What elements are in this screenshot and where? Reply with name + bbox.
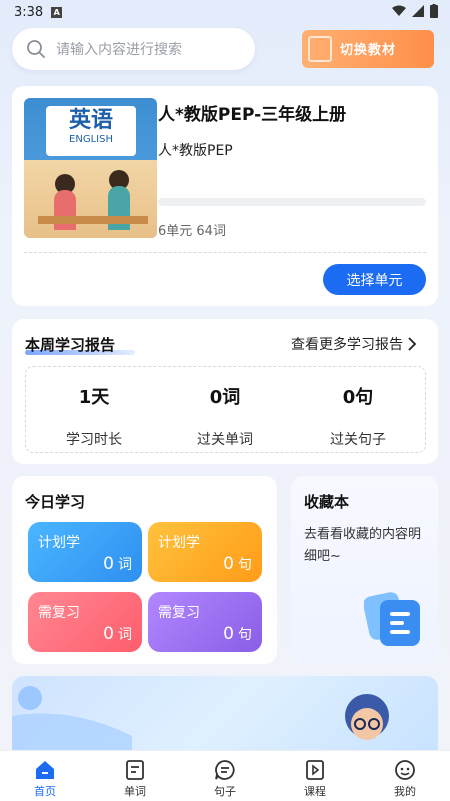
book-cover[interactable]: 英语 ENGLISH xyxy=(24,98,157,238)
tile-label: 计划学 xyxy=(158,535,200,551)
tab-label: 单词 xyxy=(124,785,146,798)
tab-label: 我的 xyxy=(394,785,416,798)
stat-sentences-passed: 0句 过关句子 xyxy=(298,383,418,449)
stat-study-time: 1天 学习时长 xyxy=(34,383,154,449)
stat-value: 1天 xyxy=(78,387,110,408)
tile-value: 0词 xyxy=(103,554,132,574)
favorites-description: 去看看收藏的内容明细吧~ xyxy=(304,527,422,564)
more-reports-link[interactable]: 查看更多学习报告 xyxy=(291,334,417,354)
tile-value: 0句 xyxy=(223,624,252,644)
select-unit-button[interactable]: 选择单元 xyxy=(323,264,426,295)
tile-unit: 句 xyxy=(238,557,252,573)
tab-label: 句子 xyxy=(214,785,236,798)
cover-scene xyxy=(24,160,157,238)
tile-number: 0 xyxy=(103,554,114,574)
tile-label: 需复习 xyxy=(38,605,80,621)
tile-number: 0 xyxy=(103,624,114,644)
search-placeholder: 请输入内容进行搜索 xyxy=(56,42,182,58)
book-progress-bar xyxy=(158,198,426,206)
tile-unit: 词 xyxy=(118,557,132,573)
tile-plan-sentences[interactable]: 计划学 0句 xyxy=(148,522,262,582)
banner-illustration xyxy=(12,686,389,756)
cover-desk xyxy=(38,216,148,224)
tab-sentences[interactable]: 句子 xyxy=(180,751,270,801)
textbook-icon xyxy=(308,36,332,62)
book-title: 人*教版PEP-三年级上册 xyxy=(158,105,347,125)
chat-icon xyxy=(215,760,235,780)
tile-number: 0 xyxy=(223,554,234,574)
stat-value: 0词 xyxy=(209,387,241,408)
face-icon xyxy=(395,760,415,780)
cover-title: 英语 xyxy=(68,107,113,133)
switch-textbook-label: 切换教材 xyxy=(340,43,397,58)
stat-value: 0句 xyxy=(342,387,374,408)
notification-a-icon: A xyxy=(51,6,63,18)
today-study-title: 今日学习 xyxy=(25,493,86,511)
status-bar: 3:38 A xyxy=(0,0,450,24)
play-icon xyxy=(306,760,324,780)
favorites-book-icon xyxy=(364,592,420,646)
report-title: 本周学习报告 xyxy=(25,336,116,354)
tile-number: 0 xyxy=(223,624,234,644)
cover-subtitle: ENGLISH xyxy=(69,134,113,145)
promo-banner[interactable] xyxy=(12,676,438,756)
tab-home[interactable]: 首页 xyxy=(0,751,90,801)
status-time: 3:38 xyxy=(14,4,44,20)
stat-label: 过关句子 xyxy=(330,432,386,448)
tile-value: 0词 xyxy=(103,624,132,644)
tile-review-sentences[interactable]: 需复习 0句 xyxy=(148,592,262,652)
tile-value: 0句 xyxy=(223,554,252,574)
switch-textbook-button[interactable]: 切换教材 xyxy=(302,30,434,68)
divider xyxy=(24,252,426,253)
chevron-right-icon xyxy=(408,337,417,351)
wifi-icon xyxy=(392,5,406,16)
stat-label: 过关单词 xyxy=(197,432,253,448)
signal-icon xyxy=(412,5,424,17)
cover-title-box: 英语 ENGLISH xyxy=(46,106,136,156)
battery-icon xyxy=(430,4,438,18)
more-reports-label: 查看更多学习报告 xyxy=(291,337,403,353)
tab-profile[interactable]: 我的 xyxy=(360,751,450,801)
stat-words-passed: 0词 过关单词 xyxy=(165,383,285,449)
home-icon xyxy=(36,761,54,779)
status-icons xyxy=(392,4,438,18)
document-icon xyxy=(126,760,144,780)
tile-unit: 词 xyxy=(118,627,132,643)
search-input[interactable]: 请输入内容进行搜索 xyxy=(12,28,255,70)
tile-plan-words[interactable]: 计划学 0词 xyxy=(28,522,142,582)
favorites-title: 收藏本 xyxy=(304,493,350,511)
tab-courses[interactable]: 课程 xyxy=(270,751,360,801)
stat-label: 学习时长 xyxy=(66,432,122,448)
tab-label: 首页 xyxy=(34,785,56,798)
tile-label: 需复习 xyxy=(158,605,200,621)
book-meta: 6单元 64词 xyxy=(158,224,226,239)
tab-words[interactable]: 单词 xyxy=(90,751,180,801)
book-publisher: 人*教版PEP xyxy=(158,143,233,159)
tile-unit: 句 xyxy=(238,627,252,643)
bottom-tab-bar: 首页 单词 句子 课程 我的 xyxy=(0,750,450,801)
cover-figure-body xyxy=(54,190,76,230)
tile-review-words[interactable]: 需复习 0词 xyxy=(28,592,142,652)
tab-label: 课程 xyxy=(304,785,326,798)
search-icon xyxy=(27,40,45,58)
tile-label: 计划学 xyxy=(38,535,80,551)
